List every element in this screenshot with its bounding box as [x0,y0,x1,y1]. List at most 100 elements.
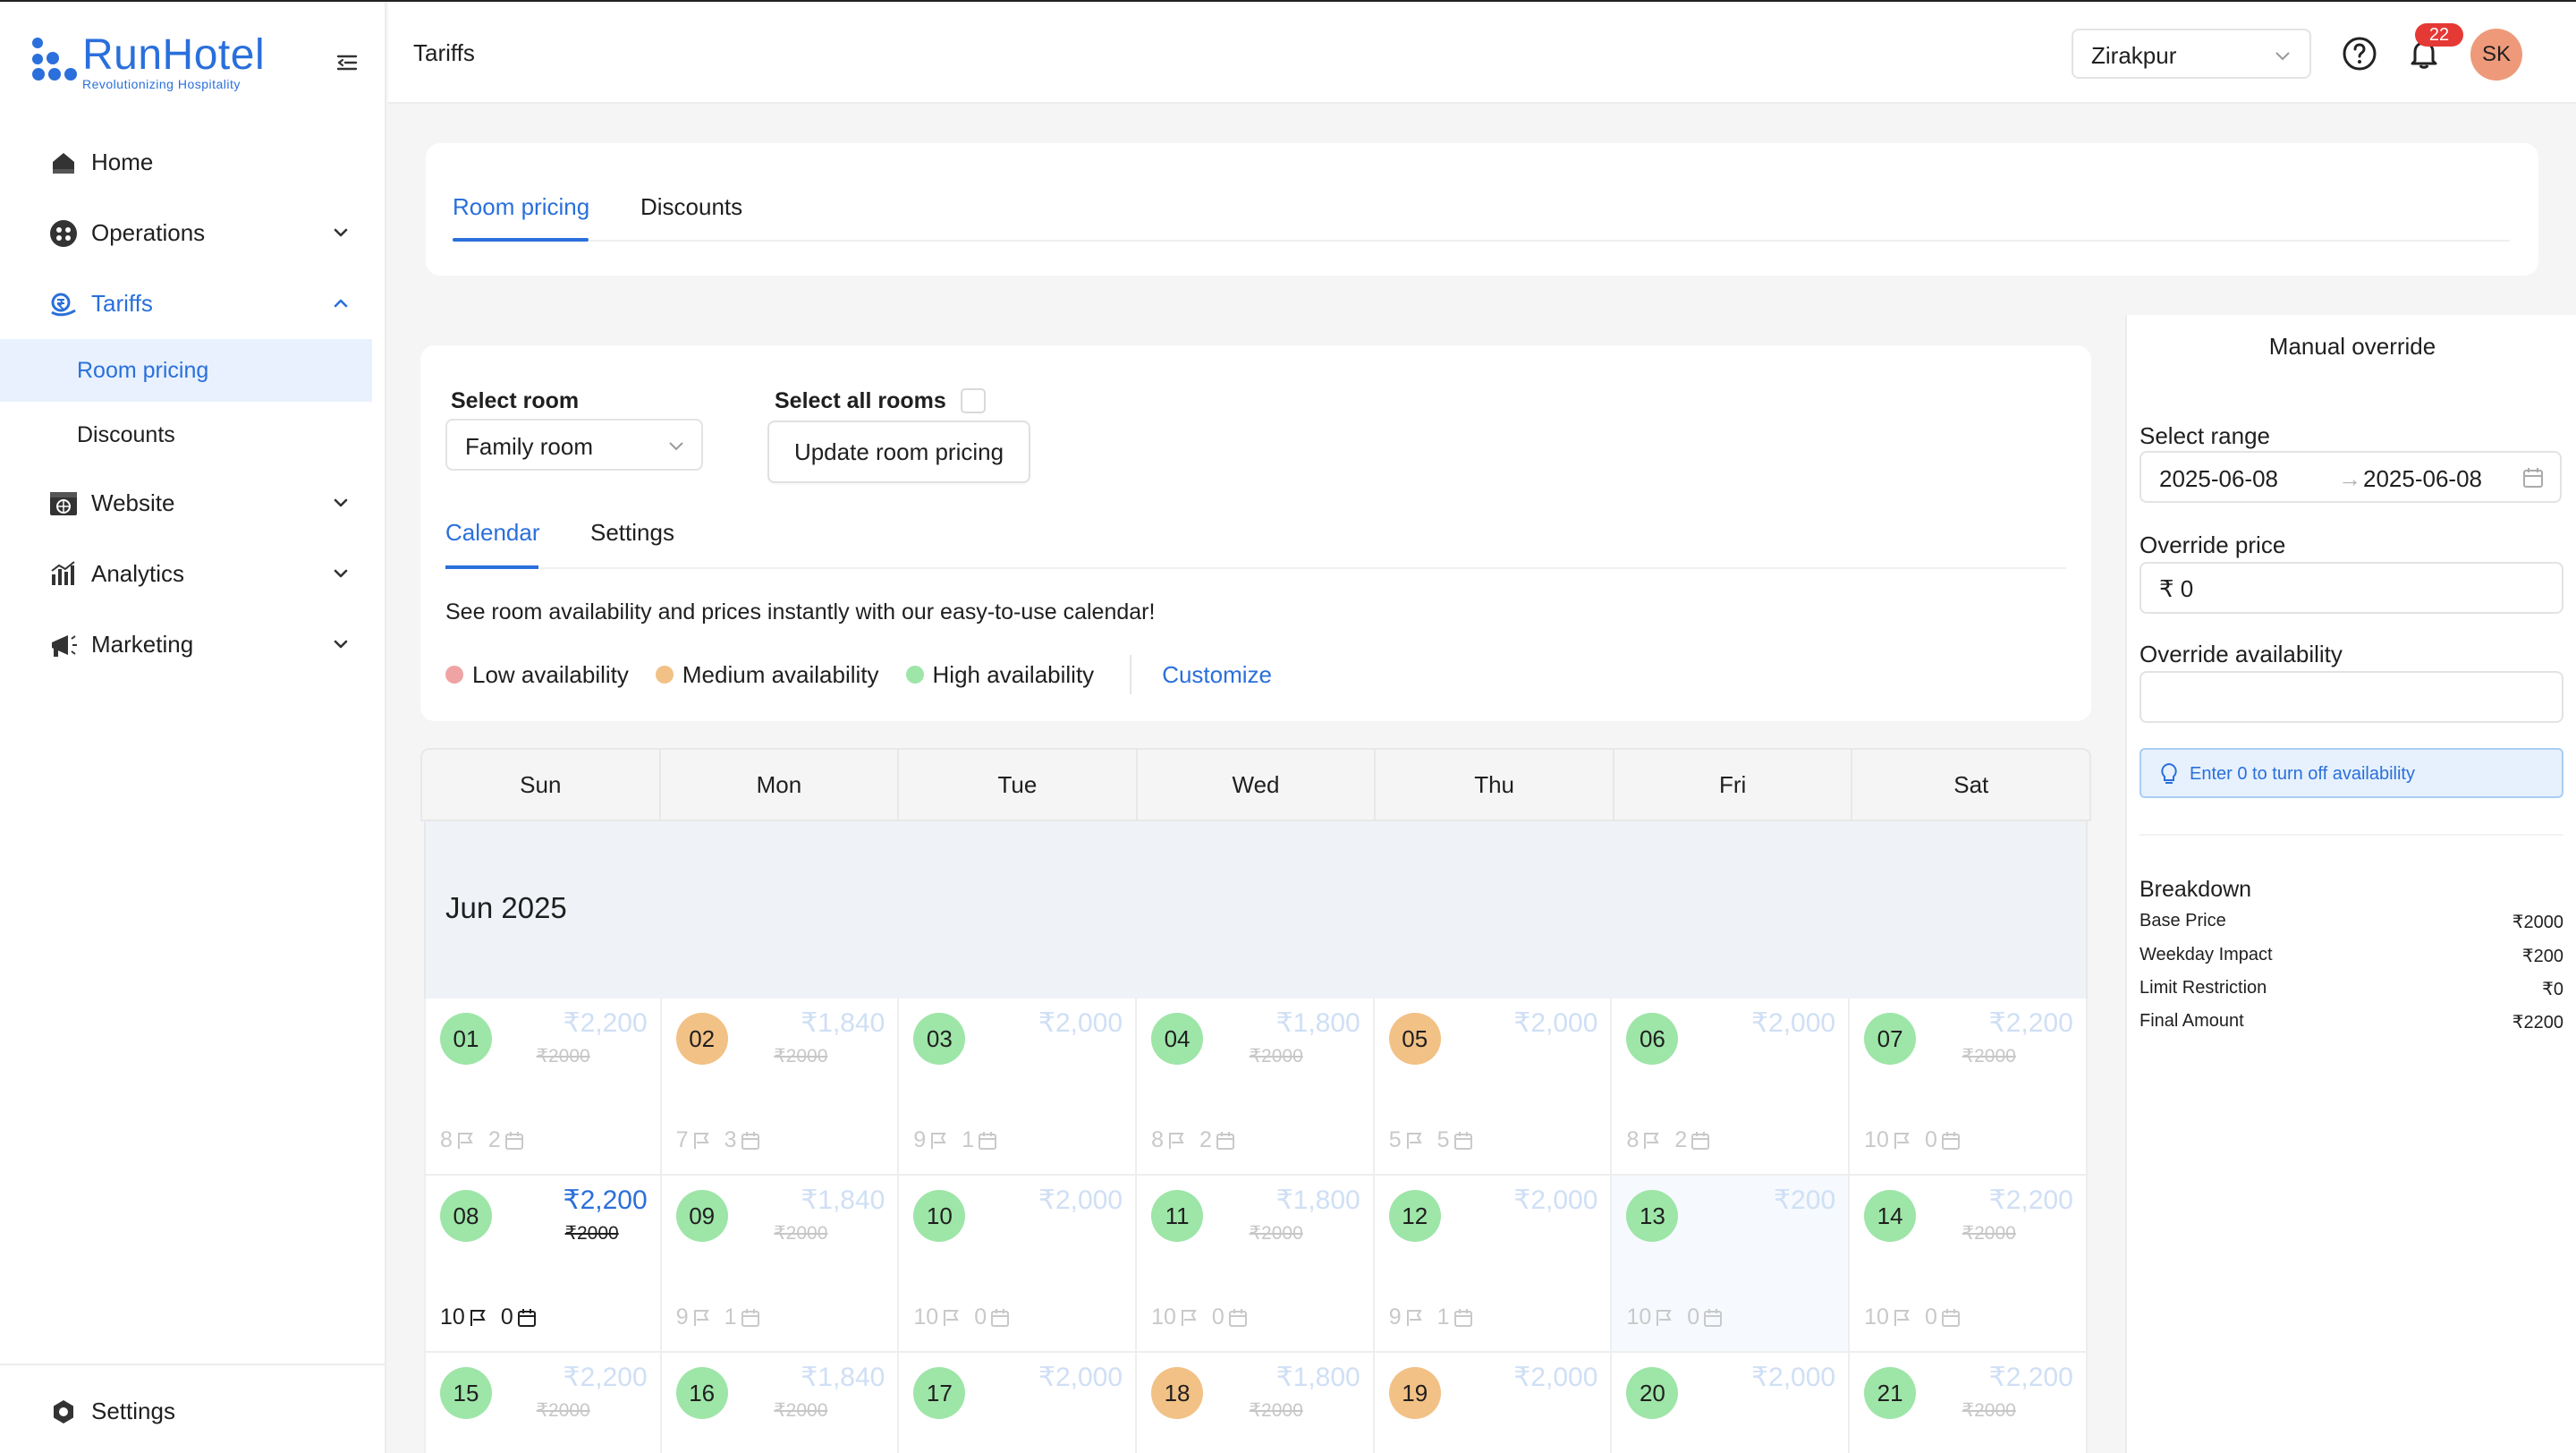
calendar-day-cell[interactable]: 07 ₹2,200 ₹2000 10 0 [1850,998,2088,1176]
rooms-booked: 1 [1436,1304,1450,1330]
day-base-price: ₹2000 [774,1223,828,1244]
calendar-icon [1216,1131,1234,1150]
calendar-icon [741,1131,759,1150]
location-select[interactable]: Zirakpur [2072,29,2311,79]
day-price: ₹2,200 [563,1185,648,1215]
day-number: 09 [675,1190,728,1242]
tab-calendar[interactable]: Calendar [445,519,540,547]
override-availability-label: Override availability [2140,641,2343,667]
weekday-label: Fri [1614,750,1853,820]
manual-override-panel: Manual override Select range 2025-06-08 … [2125,315,2576,1453]
calendar-day-cell[interactable]: 11 ₹1,800 ₹2000 10 0 [1137,1176,1375,1353]
room-select-value: Family room [465,433,594,460]
sidebar-item-tariffs[interactable]: Tariffs [0,268,386,339]
brand-logo[interactable]: RunHotel Revolutionizing Hospitality [30,34,265,91]
calendar-icon [1453,1308,1472,1327]
flag-icon [1406,1309,1422,1326]
breakdown-value: ₹2200 [2512,1013,2563,1032]
website-icon [48,489,79,519]
calendar-icon [1691,1131,1710,1150]
calendar-day-cell[interactable]: 10 ₹2,000 10 0 [899,1176,1138,1353]
day-number: 17 [913,1367,966,1419]
select-range-label: Select range [2140,422,2270,449]
day-availability: 91 [676,1304,773,1330]
subtabs-divider [445,567,2066,569]
tab-discounts[interactable]: Discounts [640,193,742,221]
sidebar-footer: Settings [0,1364,385,1453]
breakdown-value: ₹200 [2521,947,2563,966]
day-base-price: ₹2000 [1962,1046,2016,1066]
breakdown-label: Limit Restriction [2140,978,2267,998]
override-price-input[interactable]: ₹ 0 [2140,562,2563,614]
chevron-up-icon [334,299,348,308]
weekday-label: Sun [422,750,661,820]
day-base-price: ₹2000 [1249,1046,1303,1066]
calendar-day-cell[interactable]: 12 ₹2,000 9 1 [1374,1176,1613,1353]
calendar-day-cell[interactable]: 02 ₹1,840 ₹2000 7 3 [661,998,900,1176]
calendar-day-cell[interactable]: 06 ₹2,000 8 2 [1612,998,1851,1176]
pricing-calendar: Sun Mon Tue Wed Thu Fri Sat Jun 2025 01 ₹2,200 ₹… [420,748,2091,1453]
sidebar-subitem-discounts[interactable]: Discounts [0,404,386,466]
legend-dot [445,666,463,684]
calendar-icon [979,1131,997,1150]
help-icon[interactable] [2342,36,2377,72]
rooms-available: 8 [1626,1127,1640,1152]
calendar-day-cell[interactable]: 19 ₹2,000 [1374,1353,1613,1453]
room-select[interactable]: Family room [445,419,703,471]
menu-collapse-icon[interactable] [333,48,361,77]
rooms-available: 9 [913,1127,927,1152]
rooms-booked: 0 [1687,1304,1700,1330]
day-price: ₹2,200 [1988,1008,2073,1038]
sidebar-item-label: Operations [91,219,206,246]
rooms-available: 7 [675,1127,689,1152]
calendar-day-cell[interactable]: 05 ₹2,000 5 5 [1374,998,1613,1176]
calendar-day-cell[interactable]: 14 ₹2,200 ₹2000 10 0 [1850,1176,2088,1353]
sidebar-item-operations[interactable]: Operations [0,198,386,268]
calendar-day-cell[interactable]: 13 ₹200 10 0 [1612,1176,1851,1353]
lightbulb-icon [2161,762,2177,784]
select-all-rooms-checkbox[interactable] [961,388,986,413]
override-availability-input[interactable] [2140,671,2563,723]
sidebar-item-marketing[interactable]: Marketing [0,609,386,680]
day-availability: 91 [1389,1304,1486,1330]
calendar-day-cell[interactable]: 09 ₹1,840 ₹2000 9 1 [661,1176,900,1353]
calendar-day-cell[interactable]: 04 ₹1,800 ₹2000 8 2 [1137,998,1375,1176]
day-number: 13 [1626,1190,1679,1242]
customize-link[interactable]: Customize [1162,661,1272,689]
day-availability: 91 [913,1127,1010,1153]
range-end[interactable]: 2025-06-08 [2363,465,2482,493]
calendar-grid: 01 ₹2,200 ₹2000 8 2 02 ₹1,840 ₹2000 7 3 03 ₹2,000 9 1… [424,998,2088,1453]
range-start[interactable]: 2025-06-08 [2159,465,2278,493]
rooms-booked: 0 [1211,1304,1224,1330]
rooms-booked: 0 [1924,1127,1937,1152]
tab-settings[interactable]: Settings [590,519,674,547]
update-room-pricing-button[interactable]: Update room pricing [767,421,1030,483]
calendar-day-cell[interactable]: 01 ₹2,200 ₹2000 8 2 [424,998,662,1176]
day-availability: 10 0 [1151,1304,1260,1330]
rooms-booked: 0 [500,1304,513,1330]
calendar-day-cell[interactable]: 20 ₹2,000 [1612,1353,1851,1453]
day-number: 20 [1626,1367,1679,1419]
operations-icon [48,218,79,249]
sidebar-item-settings[interactable]: Settings [0,1376,385,1447]
calendar-day-cell[interactable]: 21 ₹2,200 ₹2000 [1850,1353,2088,1453]
sidebar-item-analytics[interactable]: Analytics [0,539,386,609]
avatar[interactable]: SK [2470,29,2522,81]
sidebar-item-home[interactable]: Home [0,127,386,198]
rooms-booked: 2 [487,1127,501,1152]
rooms-available: 10 [913,1304,939,1330]
day-number: 01 [440,1013,492,1065]
calendar-day-cell[interactable]: 03 ₹2,000 9 1 [899,998,1138,1176]
sidebar-item-website[interactable]: Website [0,468,386,539]
calendar-day-cell[interactable]: 15 ₹2,200 ₹2000 [424,1353,662,1453]
calendar-day-cell[interactable]: 16 ₹1,840 ₹2000 [661,1353,900,1453]
breakdown-label: Base Price [2140,911,2226,930]
calendar-icon [517,1308,536,1327]
sidebar-subitem-room-pricing[interactable]: Room pricing [0,339,372,402]
calendar-day-cell[interactable]: 17 ₹2,000 [899,1353,1138,1453]
date-range-picker[interactable]: 2025-06-08 → 2025-06-08 [2140,451,2562,503]
room-settings-card: Select room Family room Select all rooms… [420,345,2091,721]
calendar-day-cell[interactable]: 08 ₹2,200 ₹2000 10 0 [424,1176,662,1353]
tab-room-pricing[interactable]: Room pricing [453,193,589,221]
calendar-day-cell[interactable]: 18 ₹1,800 ₹2000 [1137,1353,1375,1453]
